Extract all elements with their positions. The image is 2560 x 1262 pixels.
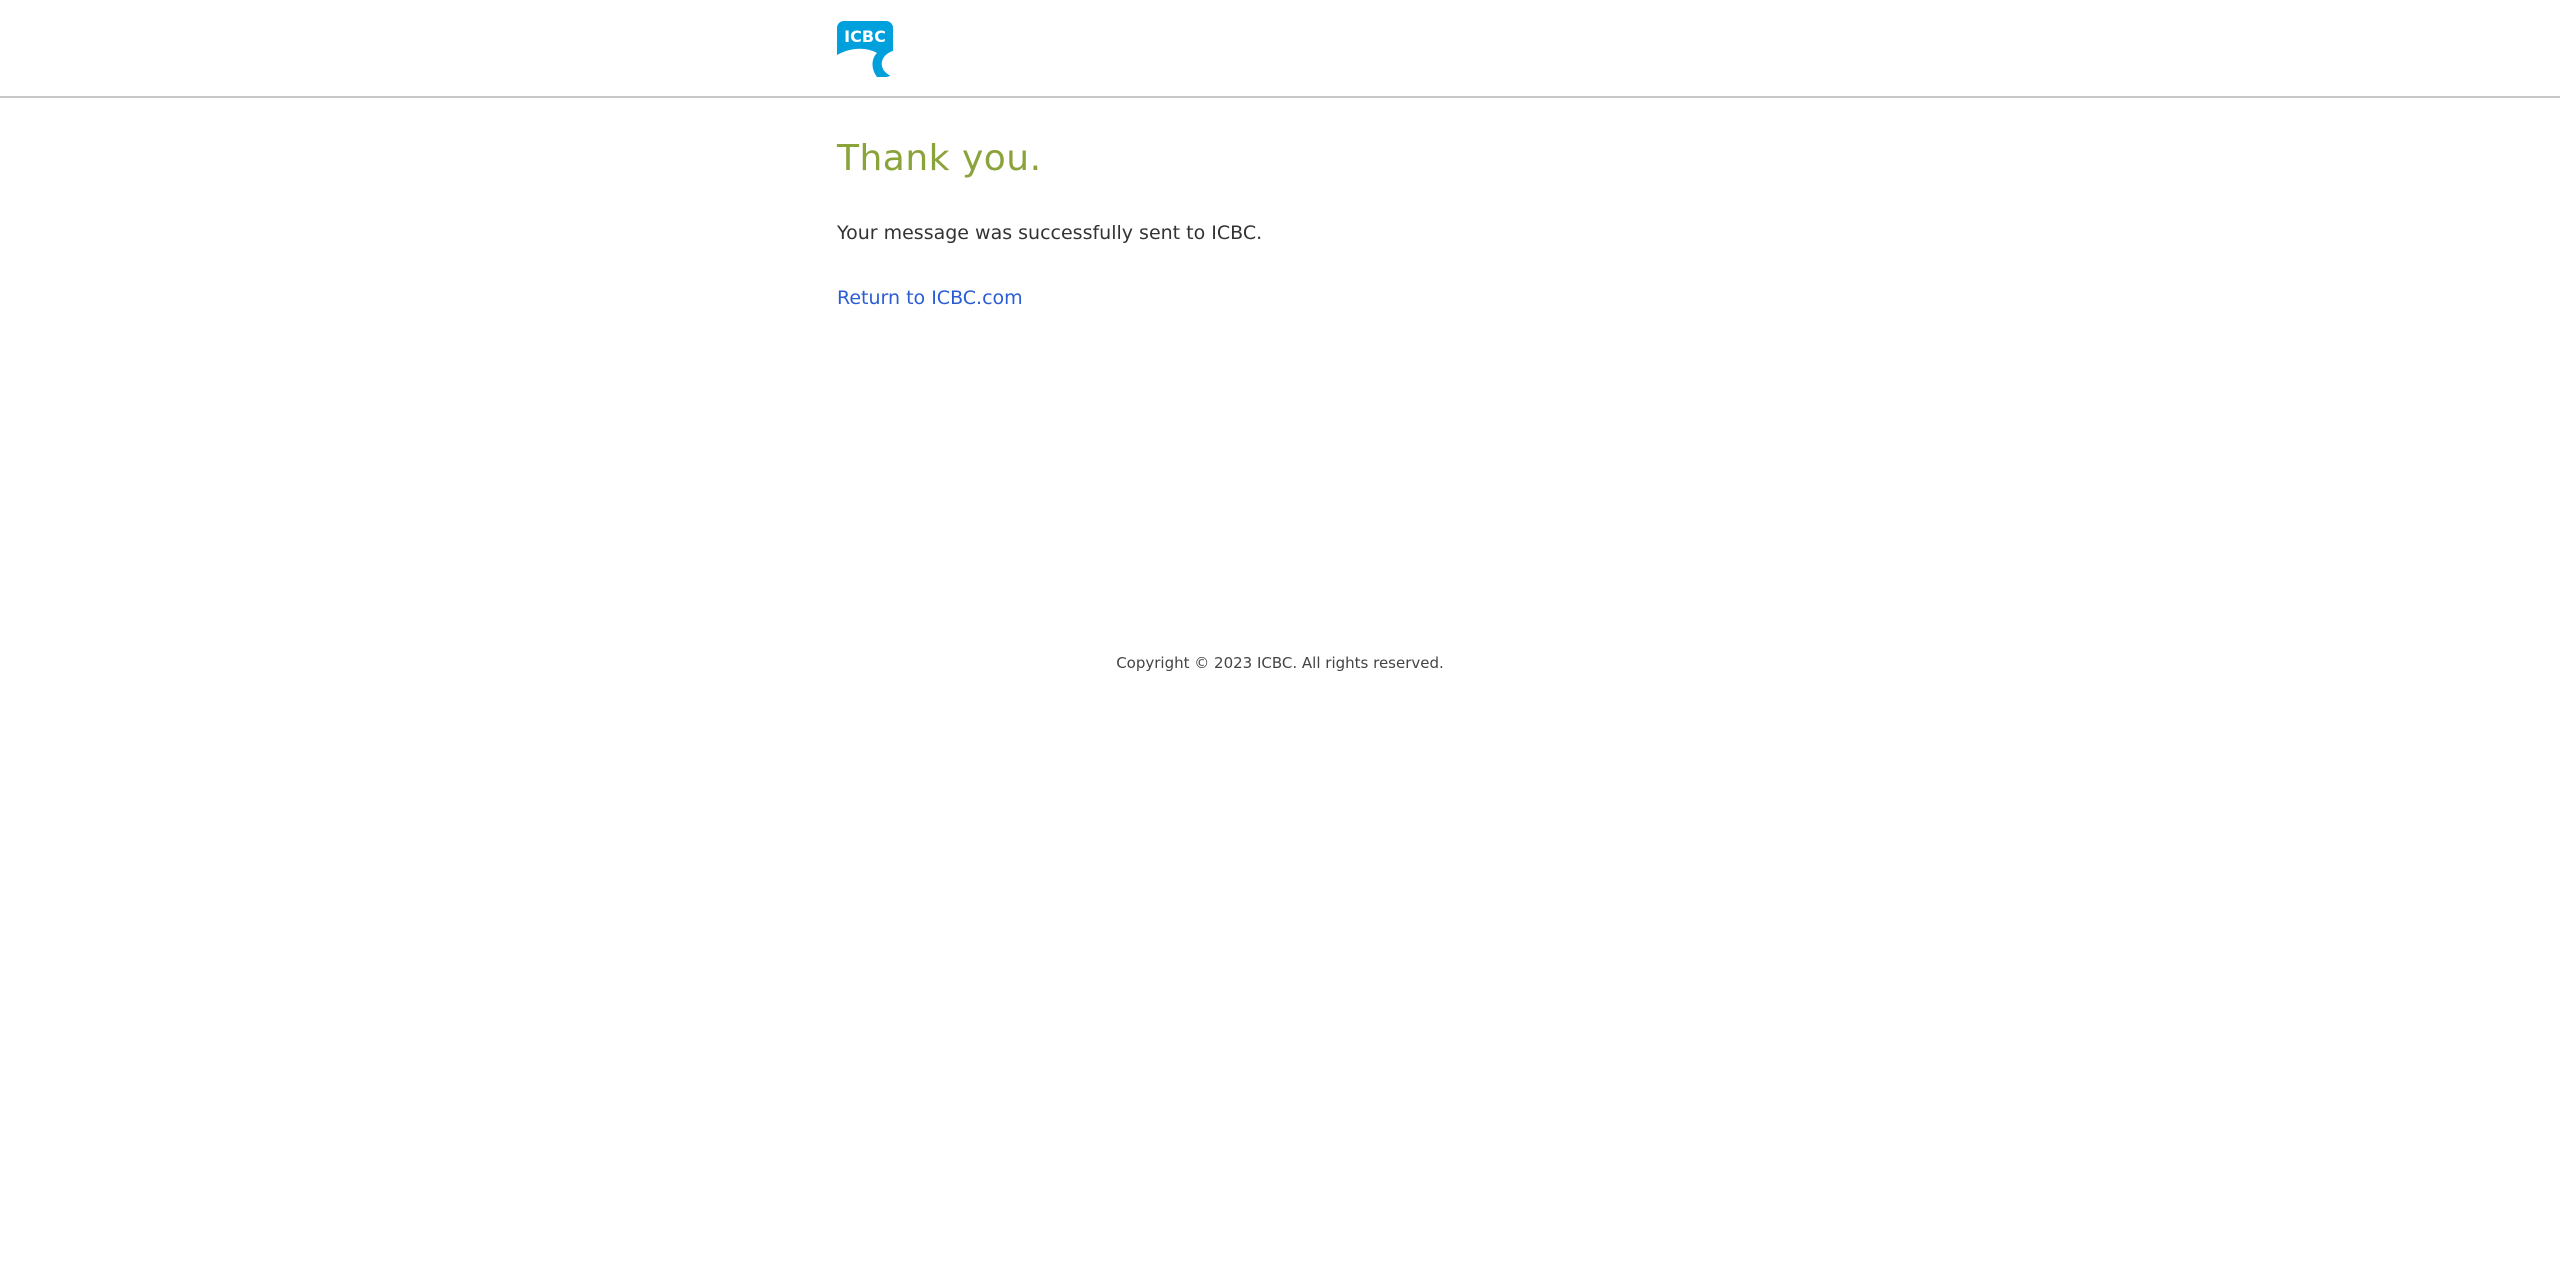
- return-to-icbc-link[interactable]: Return to ICBC.com: [837, 287, 1023, 309]
- site-header: ICBC: [0, 0, 2560, 98]
- icbc-logo-icon: ICBC: [837, 21, 893, 77]
- svg-text:ICBC: ICBC: [844, 27, 886, 46]
- icbc-logo[interactable]: ICBC: [837, 21, 893, 77]
- success-message: Your message was successfully sent to IC…: [837, 222, 1263, 244]
- footer-copyright: Copyright © 2023 ICBC. All rights reserv…: [1116, 654, 1444, 672]
- page-title: Thank you.: [837, 138, 1042, 179]
